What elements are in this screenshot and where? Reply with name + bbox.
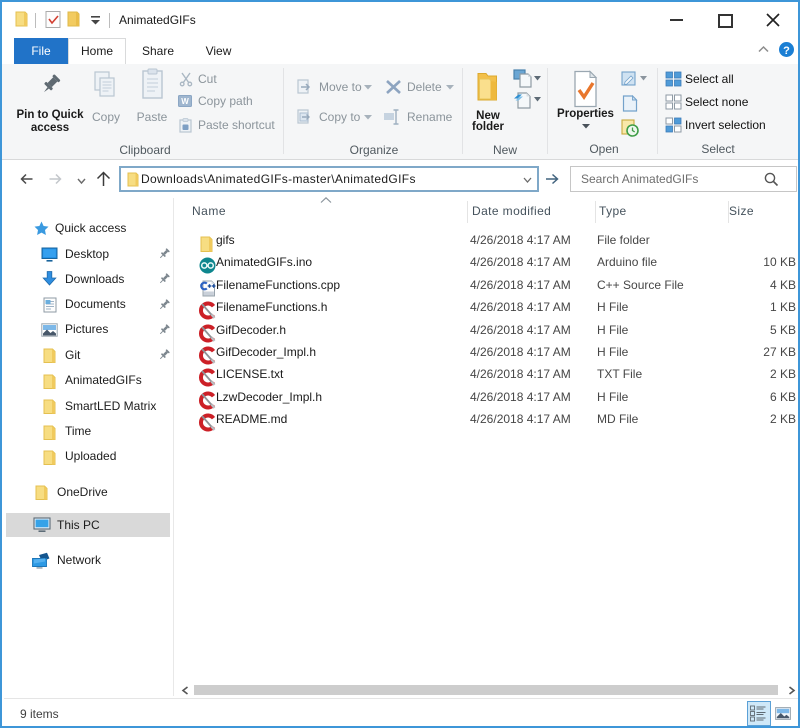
svg-text:W: W: [181, 97, 189, 106]
